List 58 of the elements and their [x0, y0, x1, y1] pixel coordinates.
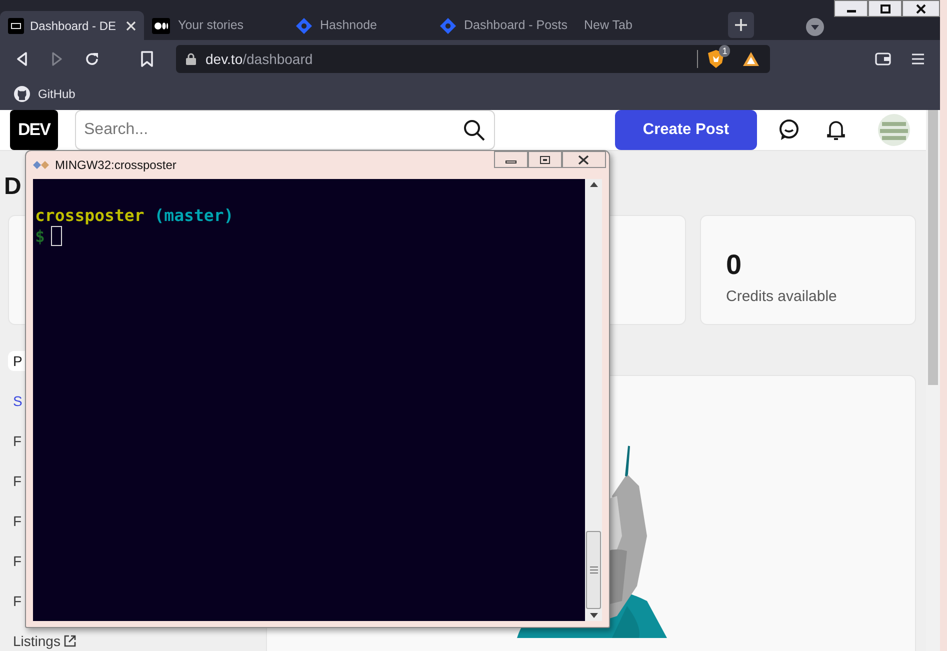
triangle-icon[interactable] — [742, 51, 760, 67]
bookmark-icon[interactable] — [141, 51, 154, 67]
stat-value: 0 — [726, 249, 742, 280]
sidebar-item[interactable]: S — [8, 391, 26, 411]
menu-icon[interactable] — [912, 53, 924, 65]
count-badge: 1 — [719, 45, 730, 57]
stat-label: Credits available — [726, 288, 837, 305]
sidebar-item[interactable]: F — [8, 431, 25, 451]
grip-icon — [590, 566, 598, 574]
close-icon[interactable] — [916, 4, 926, 14]
bookmark-link[interactable]: GitHub — [14, 85, 76, 103]
terminal-text: (master) — [154, 206, 234, 225]
medium-logo-icon — [152, 18, 170, 34]
hashnode-logo-icon — [296, 18, 312, 34]
page-heading: D — [4, 172, 22, 202]
maximize-icon[interactable] — [880, 4, 890, 14]
address-bar[interactable]: dev.to/dashboard 1 — [176, 45, 770, 73]
app-icon — [33, 159, 49, 171]
scrollbar-thumb[interactable] — [586, 531, 601, 609]
dropdown-icon[interactable] — [806, 18, 824, 36]
prompt-text: $ — [35, 227, 45, 246]
dev-logo[interactable]: DEV — [10, 110, 58, 150]
chat-icon[interactable] — [778, 119, 800, 141]
sidebar-item[interactable]: Listings — [8, 631, 80, 651]
browser-tab[interactable]: Dashboard - DE — [0, 11, 144, 40]
lock-icon — [186, 53, 196, 65]
sidebar-item[interactable]: F — [8, 591, 25, 611]
maximize-icon[interactable] — [539, 154, 551, 164]
terminal-text: crossposter — [35, 206, 144, 225]
github-icon — [14, 86, 30, 102]
sidebar-item[interactable]: F — [8, 551, 25, 571]
bell-icon[interactable] — [826, 119, 846, 141]
search-icon — [463, 119, 485, 141]
window-title: MINGW32:crossposter — [55, 157, 176, 174]
wallet-icon[interactable] — [874, 52, 891, 66]
close-icon — [126, 20, 136, 30]
scroll-down-icon[interactable] — [590, 613, 598, 618]
sidebar-item[interactable]: F — [8, 511, 25, 531]
create-post-button[interactable]: Create Post — [615, 110, 757, 150]
new-tab-button[interactable] — [728, 12, 754, 38]
close-icon[interactable] — [578, 154, 590, 164]
external-link-icon — [64, 635, 76, 647]
scroll-up-icon[interactable] — [590, 182, 598, 187]
browser-tab[interactable]: Your stories — [144, 11, 288, 40]
back-icon[interactable] — [15, 52, 30, 66]
reload-icon[interactable] — [84, 51, 100, 67]
plus-icon — [735, 19, 747, 31]
hashnode-logo-icon — [440, 18, 456, 34]
url-text: dev.to/dashboard — [206, 50, 313, 68]
dev-logo-icon — [8, 18, 24, 34]
text-cursor — [50, 226, 62, 246]
sidebar-item[interactable]: P — [8, 351, 26, 371]
browser-tab[interactable]: Hashnode — [288, 11, 432, 40]
scrollbar-thumb[interactable] — [928, 110, 938, 385]
browser-tab[interactable]: New Tab — [576, 11, 720, 40]
search-field[interactable]: Search... — [75, 110, 495, 150]
sidebar-item[interactable]: F — [8, 471, 25, 491]
browser-tab[interactable]: Dashboard - Posts — [432, 11, 576, 40]
